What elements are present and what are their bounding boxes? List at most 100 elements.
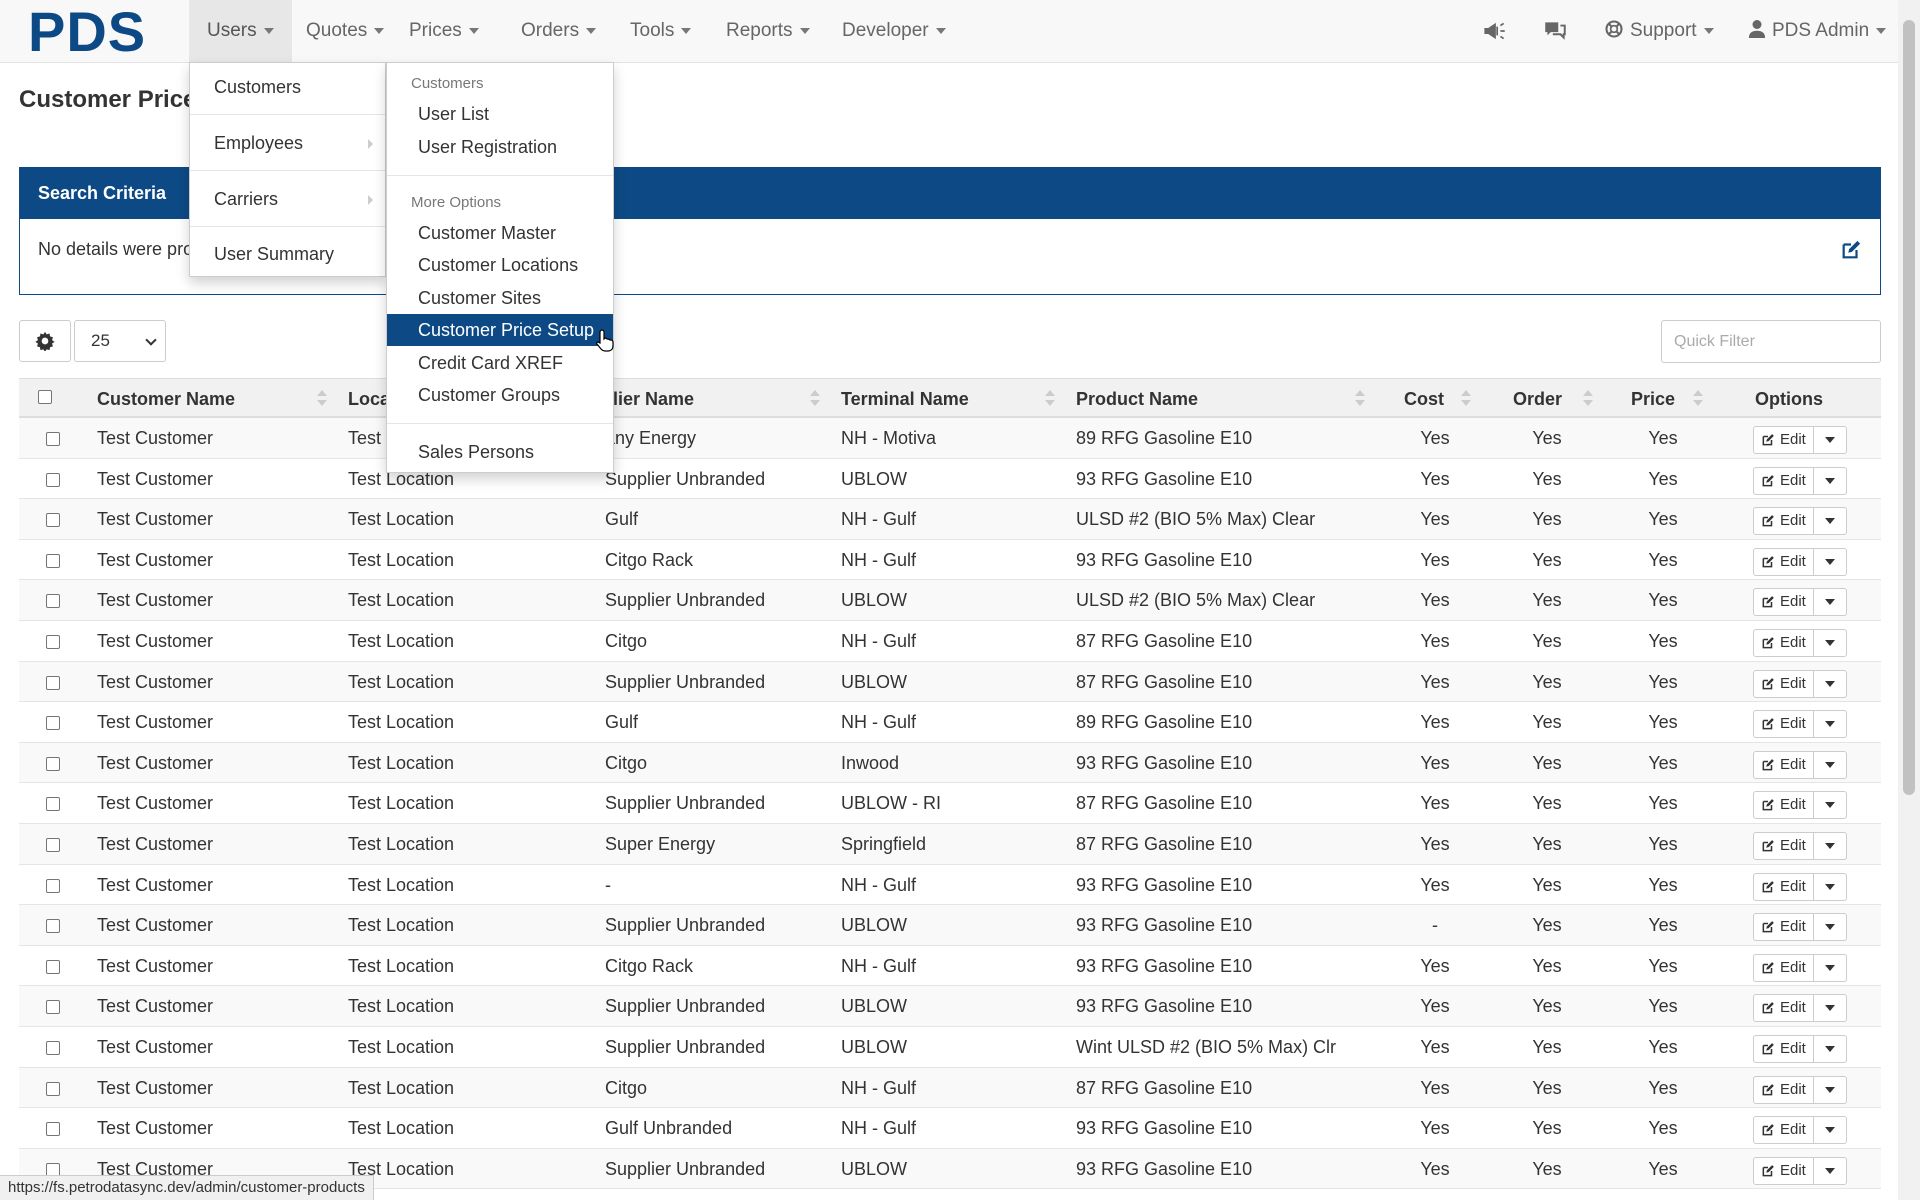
header-customer-name[interactable]: Customer Name <box>97 379 235 419</box>
edit-button[interactable]: Edit <box>1753 547 1814 576</box>
column-settings-button[interactable] <box>19 320 71 362</box>
sort-icon[interactable] <box>1045 390 1055 408</box>
row-checkbox[interactable] <box>46 1040 60 1055</box>
sort-icon[interactable] <box>317 390 327 408</box>
edit-options-toggle[interactable] <box>1813 1034 1847 1063</box>
row-checkbox[interactable] <box>46 634 60 649</box>
nav-tools[interactable]: Tools <box>612 0 709 62</box>
nav-developer[interactable]: Developer <box>824 0 964 62</box>
edit-options-toggle[interactable] <box>1813 1075 1847 1104</box>
row-checkbox[interactable] <box>46 553 60 568</box>
menu-item-carriers[interactable]: Carriers <box>190 179 385 219</box>
header-order[interactable]: Order <box>1513 379 1562 419</box>
edit-options-toggle[interactable] <box>1813 750 1847 779</box>
edit-button[interactable]: Edit <box>1753 507 1814 536</box>
megaphone-icon[interactable] <box>1482 18 1508 44</box>
header-terminal-name[interactable]: Terminal Name <box>841 379 969 419</box>
row-checkbox[interactable] <box>46 919 60 934</box>
edit-button[interactable]: Edit <box>1753 750 1814 779</box>
chat-icon[interactable] <box>1542 18 1568 44</box>
menu-item-customer-master[interactable]: Customer Master <box>387 217 613 249</box>
sort-icon[interactable] <box>1583 390 1593 408</box>
edit-options-toggle[interactable] <box>1813 669 1847 698</box>
edit-button[interactable]: Edit <box>1753 628 1814 657</box>
row-checkbox[interactable] <box>46 432 60 446</box>
row-checkbox[interactable] <box>46 716 60 731</box>
nav-support[interactable]: Support <box>1586 0 1732 62</box>
row-checkbox[interactable] <box>46 756 60 771</box>
sort-icon[interactable] <box>1693 390 1703 408</box>
menu-item-sales-persons[interactable]: Sales Persons <box>387 436 613 468</box>
quick-filter-input[interactable] <box>1661 320 1881 363</box>
row-checkbox[interactable] <box>46 837 60 852</box>
row-checkbox[interactable] <box>46 1122 60 1137</box>
row-checkbox[interactable] <box>46 1081 60 1096</box>
page-size-select[interactable]: 25 <box>74 320 166 362</box>
edit-options-toggle[interactable] <box>1813 831 1847 860</box>
edit-options-toggle[interactable] <box>1813 466 1847 495</box>
edit-options-toggle[interactable] <box>1813 547 1847 576</box>
nav-users[interactable]: Users <box>189 0 292 62</box>
edit-button[interactable]: Edit <box>1753 710 1814 739</box>
edit-options-toggle[interactable] <box>1813 507 1847 536</box>
edit-button[interactable]: Edit <box>1753 953 1814 982</box>
edit-options-toggle[interactable] <box>1813 588 1847 617</box>
edit-button[interactable]: Edit <box>1753 872 1814 901</box>
edit-button[interactable]: Edit <box>1753 913 1814 942</box>
edit-button[interactable]: Edit <box>1753 466 1814 495</box>
edit-button[interactable]: Edit <box>1753 669 1814 698</box>
header-cost[interactable]: Cost <box>1404 379 1444 419</box>
edit-icon[interactable] <box>1840 239 1862 261</box>
edit-options-toggle[interactable] <box>1813 953 1847 982</box>
edit-button[interactable]: Edit <box>1753 426 1814 454</box>
edit-button[interactable]: Edit <box>1753 994 1814 1023</box>
edit-button[interactable]: Edit <box>1753 831 1814 860</box>
edit-options-toggle[interactable] <box>1813 426 1847 454</box>
row-checkbox[interactable] <box>46 797 60 812</box>
header-location[interactable]: Loca <box>348 379 390 419</box>
edit-options-toggle[interactable] <box>1813 913 1847 942</box>
row-checkbox[interactable] <box>46 959 60 974</box>
row-checkbox[interactable] <box>46 513 60 528</box>
select-all-checkbox[interactable] <box>38 390 52 404</box>
edit-options-toggle[interactable] <box>1813 791 1847 820</box>
edit-options-toggle[interactable] <box>1813 628 1847 657</box>
edit-options-toggle[interactable] <box>1813 710 1847 739</box>
nav-orders[interactable]: Orders <box>503 0 614 62</box>
sort-icon[interactable] <box>1461 390 1471 408</box>
edit-options-toggle[interactable] <box>1813 1116 1847 1145</box>
menu-item-credit-card-xref[interactable]: Credit Card XREF <box>387 347 613 379</box>
edit-options-toggle[interactable] <box>1813 872 1847 901</box>
edit-button[interactable]: Edit <box>1753 588 1814 617</box>
menu-item-customer-locations[interactable]: Customer Locations <box>387 249 613 281</box>
menu-item-customer-price-setup[interactable]: Customer Price Setup <box>387 314 613 346</box>
header-product-name[interactable]: Product Name <box>1076 379 1198 419</box>
nav-prices[interactable]: Prices <box>391 0 497 62</box>
edit-button[interactable]: Edit <box>1753 1116 1814 1145</box>
menu-item-employees[interactable]: Employees <box>190 123 385 163</box>
menu-item-user-summary[interactable]: User Summary <box>190 234 385 274</box>
row-checkbox[interactable] <box>46 594 60 609</box>
nav-quotes[interactable]: Quotes <box>288 0 402 62</box>
nav-reports[interactable]: Reports <box>708 0 828 62</box>
row-checkbox[interactable] <box>46 675 60 690</box>
row-checkbox[interactable] <box>46 1000 60 1015</box>
edit-button[interactable]: Edit <box>1753 1075 1814 1104</box>
edit-options-toggle[interactable] <box>1813 994 1847 1023</box>
menu-item-user-list[interactable]: User List <box>387 98 613 130</box>
menu-item-customers[interactable]: Customers <box>190 67 385 107</box>
menu-item-customer-sites[interactable]: Customer Sites <box>387 282 613 314</box>
brand-logo[interactable]: PDS <box>28 2 146 62</box>
sort-icon[interactable] <box>1355 390 1365 408</box>
edit-options-toggle[interactable] <box>1813 1156 1847 1185</box>
edit-button[interactable]: Edit <box>1753 1156 1814 1185</box>
edit-button[interactable]: Edit <box>1753 1034 1814 1063</box>
page-scrollbar[interactable] <box>1898 0 1920 1200</box>
header-price[interactable]: Price <box>1631 379 1675 419</box>
menu-item-customer-groups[interactable]: Customer Groups <box>387 379 613 411</box>
nav-user-account[interactable]: PDS Admin <box>1730 0 1904 62</box>
menu-item-user-registration[interactable]: User Registration <box>387 131 613 163</box>
edit-button[interactable]: Edit <box>1753 791 1814 820</box>
sort-icon[interactable] <box>810 390 820 408</box>
row-checkbox[interactable] <box>46 472 60 487</box>
